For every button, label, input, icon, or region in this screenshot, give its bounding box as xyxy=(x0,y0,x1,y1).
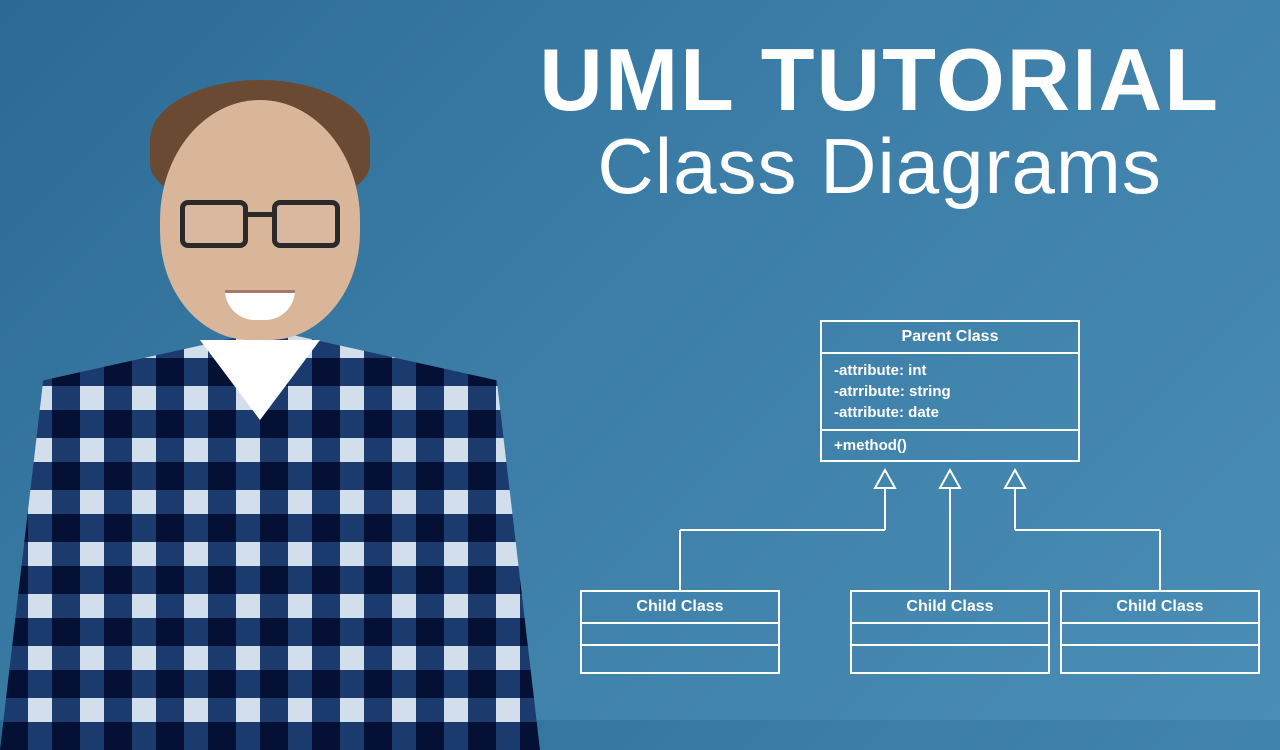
parent-class-methods: +method() xyxy=(822,431,1078,460)
title-block: UML TUTORIAL Class Diagrams xyxy=(539,36,1220,210)
uml-class-diagram: Parent Class -attribute: int -atrribute:… xyxy=(540,320,1260,710)
parent-class-box: Parent Class -attribute: int -atrribute:… xyxy=(820,320,1080,462)
child-class-methods xyxy=(1062,646,1258,672)
child-class-attributes xyxy=(1062,624,1258,646)
method-row: +method() xyxy=(834,437,1066,454)
presenter-photo xyxy=(0,40,540,720)
child-class-attributes xyxy=(852,624,1048,646)
attribute-row: -atrribute: string xyxy=(834,381,1066,402)
child-class-box: Child Class xyxy=(1060,590,1260,674)
child-class-methods xyxy=(852,646,1048,672)
child-class-attributes xyxy=(582,624,778,646)
title-line-2: Class Diagrams xyxy=(539,124,1220,210)
parent-class-name: Parent Class xyxy=(822,322,1078,354)
child-class-methods xyxy=(582,646,778,672)
child-class-name: Child Class xyxy=(582,592,778,624)
title-line-1: UML TUTORIAL xyxy=(539,36,1220,124)
inheritance-arrowhead-icon xyxy=(940,470,960,488)
child-class-box: Child Class xyxy=(580,590,780,674)
inheritance-arrowhead-icon xyxy=(1005,470,1025,488)
child-class-name: Child Class xyxy=(852,592,1048,624)
inheritance-arrowhead-icon xyxy=(875,470,895,488)
parent-class-attributes: -attribute: int -atrribute: string -attr… xyxy=(822,354,1078,431)
attribute-row: -attribute: date xyxy=(834,402,1066,423)
attribute-row: -attribute: int xyxy=(834,360,1066,381)
child-class-name: Child Class xyxy=(1062,592,1258,624)
child-class-box: Child Class xyxy=(850,590,1050,674)
